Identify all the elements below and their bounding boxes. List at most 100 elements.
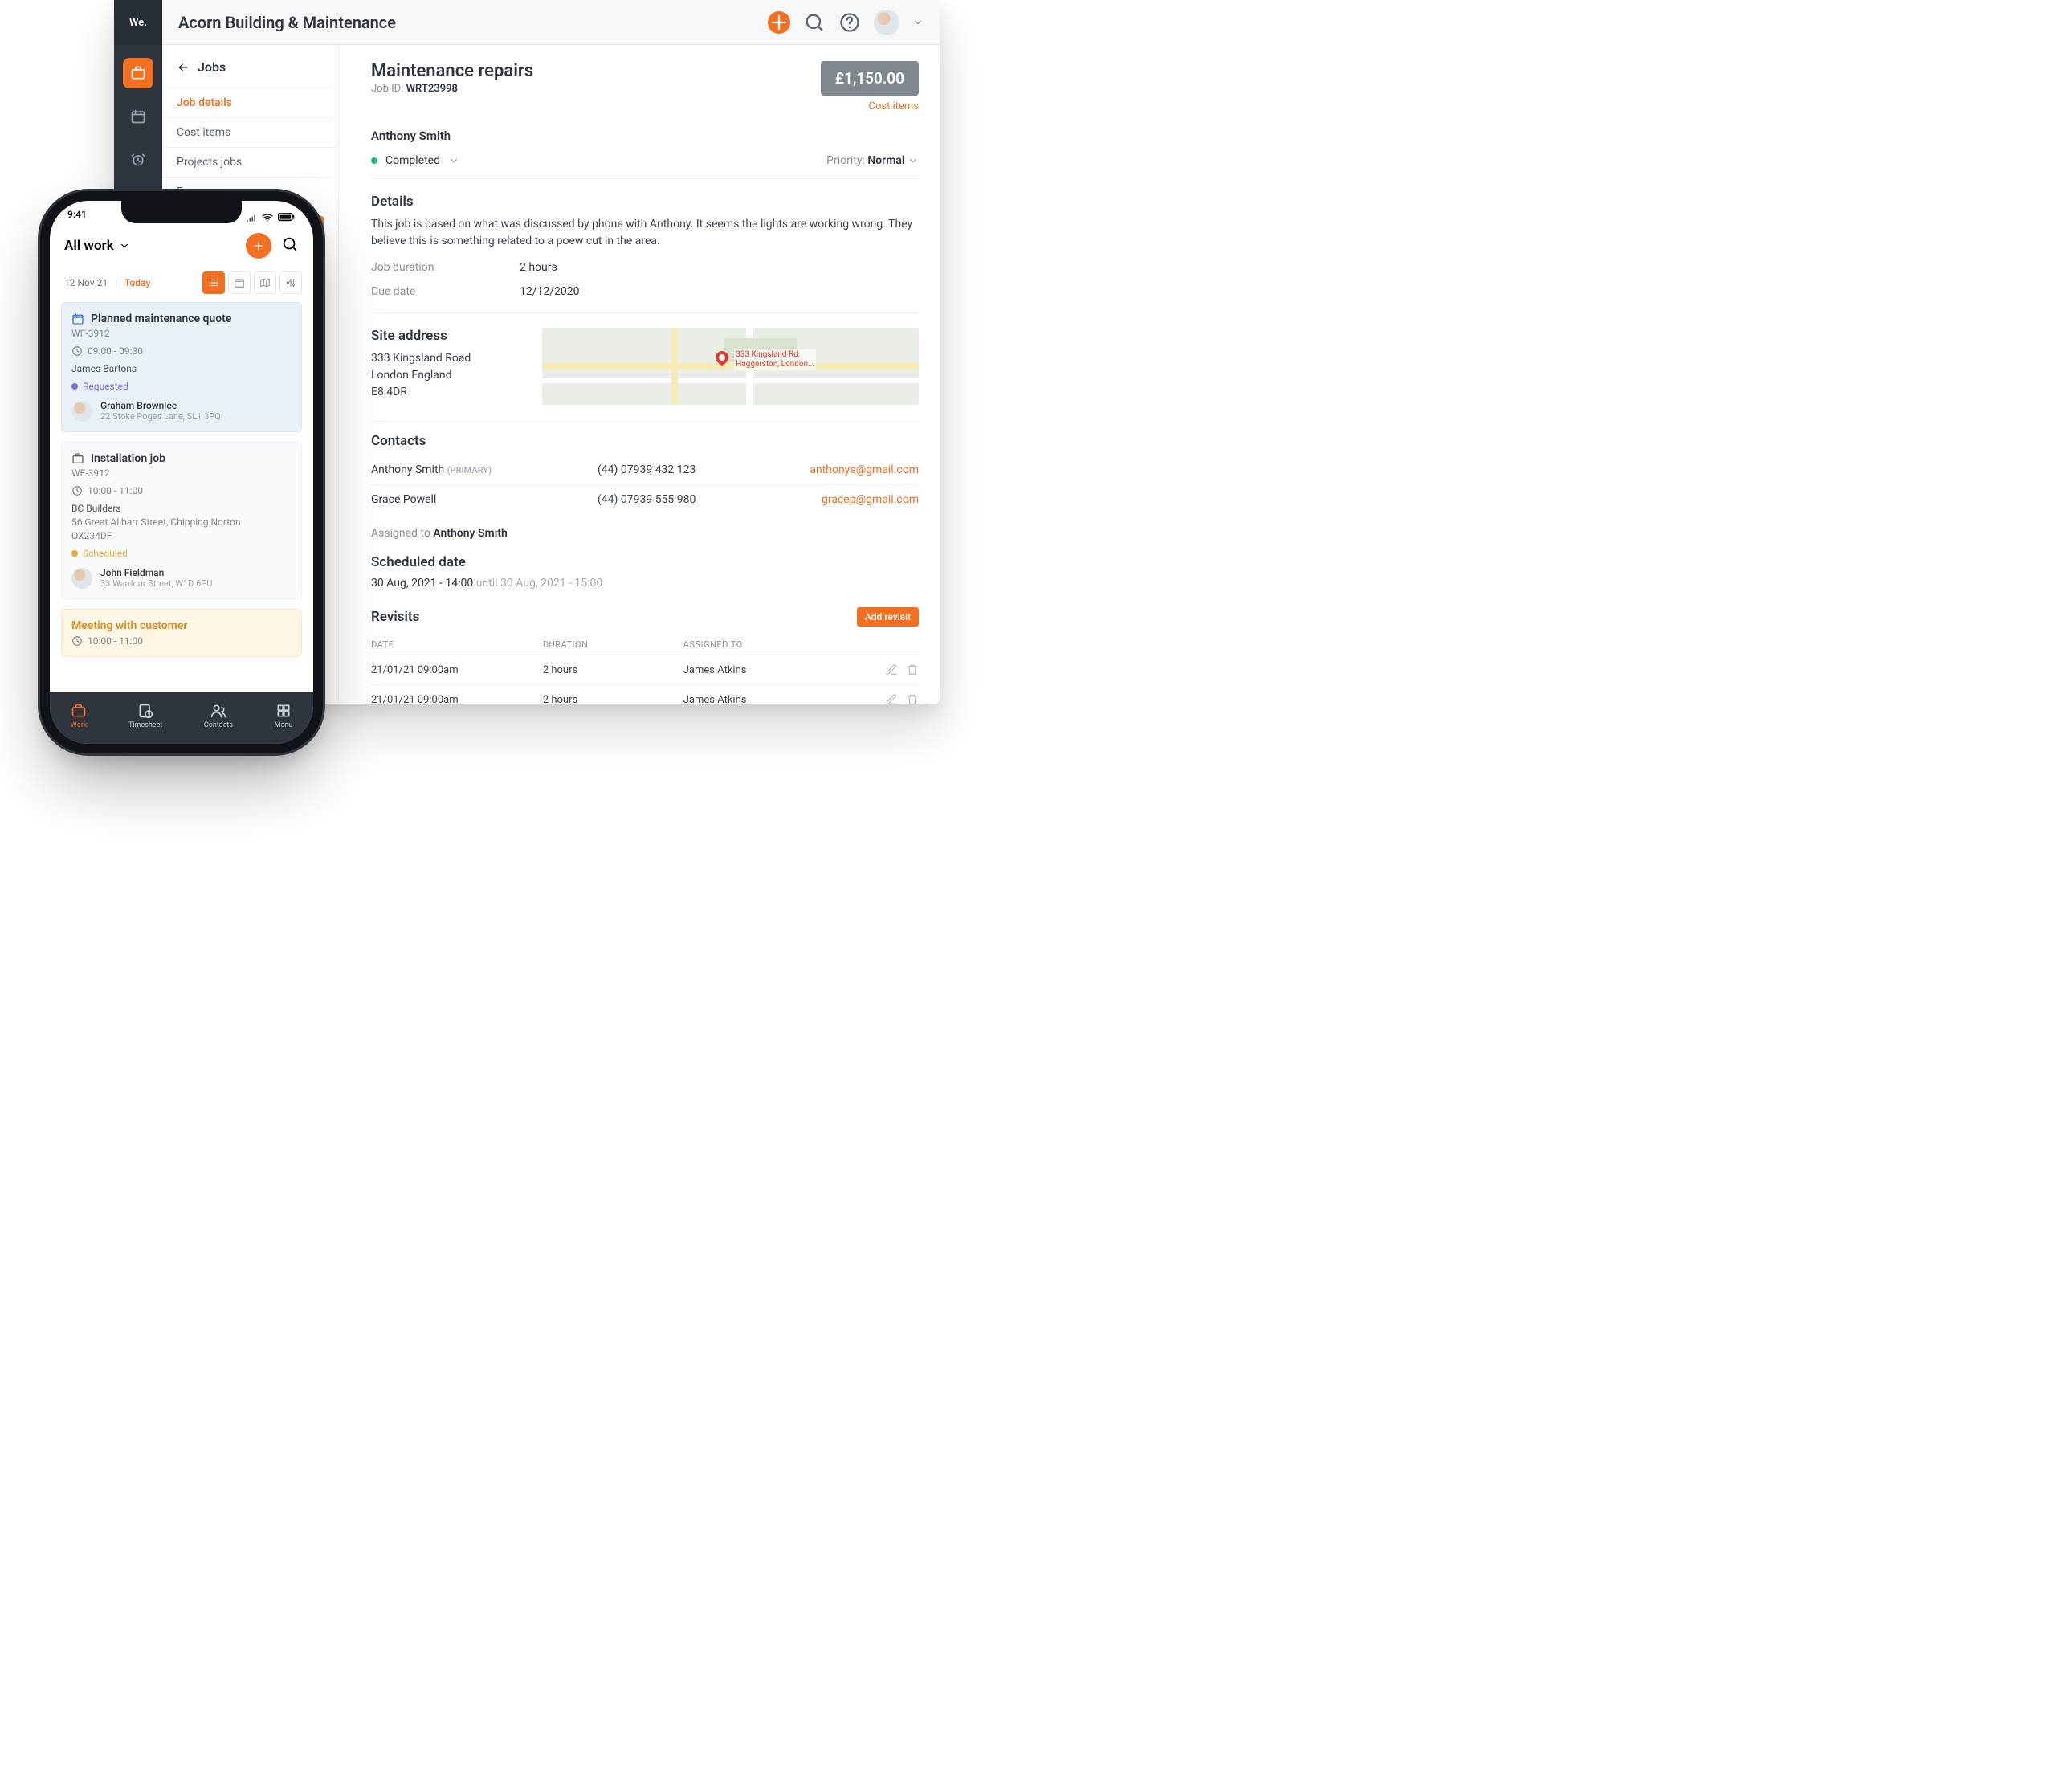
calendar-icon <box>234 277 245 288</box>
add-button[interactable] <box>768 11 790 34</box>
sidebar-alarm-button[interactable] <box>123 145 153 175</box>
search-icon <box>281 235 299 253</box>
add-revisit-button[interactable]: Add revisit <box>857 607 919 627</box>
view-calendar-button[interactable] <box>228 271 251 294</box>
revisit-row: 21/01/21 09:00am 2 hours James Atkins <box>371 655 919 685</box>
card-customer: James Bartons <box>71 363 292 374</box>
phone-add-button[interactable] <box>246 233 271 259</box>
assigned-value: Anthony Smith <box>433 527 508 540</box>
priority-selector[interactable]: Priority: Normal <box>826 154 919 167</box>
card-title-text: Meeting with customer <box>71 619 187 632</box>
tab-menu[interactable]: Menu <box>275 703 293 729</box>
briefcase-icon <box>130 65 146 81</box>
contact-row: Anthony Smith (PRIMARY) (44) 07939 432 1… <box>371 455 919 485</box>
contact-email[interactable]: gracep@gmail.com <box>774 493 919 506</box>
avatar-icon <box>71 568 92 589</box>
contacts-heading: Contacts <box>371 433 919 449</box>
back-label: Jobs <box>198 59 226 75</box>
card-title: Meeting with customer <box>71 619 292 632</box>
contact-name: Anthony Smith (PRIMARY) <box>371 463 598 476</box>
search-button[interactable] <box>803 11 826 34</box>
scheduled-text: 30 Aug, 2021 - 14:00 until 30 Aug, 2021 … <box>371 577 919 590</box>
person-address: 33 Wardour Street, W1D 6PU <box>100 578 212 589</box>
contact-email[interactable]: anthonys@gmail.com <box>774 463 919 476</box>
contact-phone: (44) 07939 432 123 <box>598 463 774 476</box>
trash-icon[interactable] <box>906 663 919 676</box>
sidebar-calendar-button[interactable] <box>123 101 153 132</box>
nav-job-details[interactable]: Job details <box>162 88 338 117</box>
phone-date: 12 Nov 21 <box>64 277 108 288</box>
priority-value: Normal <box>867 154 904 167</box>
th-date: DATE <box>371 639 543 650</box>
tab-contacts[interactable]: Contacts <box>204 703 233 729</box>
time-text: 10:00 - 11:00 <box>88 635 143 647</box>
chevron-down-icon <box>119 240 130 251</box>
site-map[interactable]: 333 Kingsland Rd, Haggerston, London... <box>542 328 919 405</box>
card-customer: BC Builders <box>71 503 292 514</box>
revisits-heading: Revisits <box>371 609 419 625</box>
job-id-label: Job ID: <box>371 83 403 95</box>
phone-header: All work <box>50 227 313 267</box>
map-label: 333 Kingsland Rd, Haggerston, London... <box>734 349 816 370</box>
tab-label: Menu <box>275 721 293 729</box>
job-price: £1,150.00 <box>821 61 919 96</box>
due-label: Due date <box>371 285 520 298</box>
rev-actions <box>871 663 919 676</box>
status-row: Completed Priority: Normal <box>371 154 919 179</box>
contact-name-text: Grace Powell <box>371 493 436 506</box>
card-addr1: 56 Great Allbarr Street, Chipping Norton <box>71 516 292 528</box>
priority-label: Priority: <box>826 154 865 167</box>
site-block: Site address 333 Kingsland Road London E… <box>371 312 919 405</box>
job-card[interactable]: Installation job WF-3912 10:00 - 11:00 B… <box>61 442 302 599</box>
sched-to: 30 Aug, 2021 - 15:00 <box>500 577 602 590</box>
chevron-down-icon[interactable] <box>912 17 924 28</box>
tab-timesheet[interactable]: Timesheet <box>128 703 162 729</box>
nav-cost-items[interactable]: Cost items <box>162 117 338 147</box>
search-icon <box>803 11 826 34</box>
edit-icon[interactable] <box>885 663 898 676</box>
sidebar-jobs-button[interactable] <box>123 58 153 88</box>
duration-label: Job duration <box>371 261 520 274</box>
status-dot-icon <box>71 550 78 557</box>
signal-icon <box>246 212 257 223</box>
phone-search-button[interactable] <box>281 235 299 256</box>
edit-icon[interactable] <box>885 693 898 704</box>
time-text: 10:00 - 11:00 <box>88 485 143 496</box>
site-text: Site address 333 Kingsland Road London E… <box>371 328 520 405</box>
assigned-label: Assigned to <box>371 527 430 540</box>
person-name: Graham Brownlee <box>100 400 221 411</box>
job-owner: Anthony Smith <box>371 129 919 143</box>
nav-projects-jobs[interactable]: Projects jobs <box>162 147 338 177</box>
view-filter-button[interactable] <box>279 271 302 294</box>
address-line: 333 Kingsland Road <box>371 350 520 367</box>
tab-label: Work <box>71 721 88 729</box>
card-title: Planned maintenance quote <box>71 312 292 325</box>
view-map-button[interactable] <box>254 271 276 294</box>
view-toggle <box>202 271 302 294</box>
person-address: 22 Stoke Poges Lane, SL1 3PQ <box>100 411 221 422</box>
back-link[interactable]: Jobs <box>162 59 338 88</box>
card-title-text: Installation job <box>91 452 165 465</box>
contact-name-text: Anthony Smith <box>371 463 444 476</box>
assigned-row: Assigned to Anthony Smith <box>371 527 919 540</box>
status-text: Scheduled <box>83 548 128 559</box>
tab-work[interactable]: Work <box>71 703 88 729</box>
user-avatar[interactable] <box>874 10 900 35</box>
clock-icon <box>71 345 83 357</box>
job-card[interactable]: Meeting with customer 10:00 - 11:00 <box>61 609 302 657</box>
card-time: 09:00 - 09:30 <box>71 345 292 357</box>
rev-duration: 2 hours <box>543 694 683 704</box>
briefcase-icon <box>71 452 84 465</box>
cost-items-link[interactable]: Cost items <box>821 100 919 112</box>
help-button[interactable] <box>838 11 861 34</box>
phone-title-selector[interactable]: All work <box>64 238 130 254</box>
job-card[interactable]: Planned maintenance quote WF-3912 09:00 … <box>61 302 302 432</box>
status-selector[interactable]: Completed <box>371 154 459 167</box>
phone-today-link[interactable]: Today <box>124 277 150 288</box>
address-lines: 333 Kingsland Road London England E8 4DR <box>371 350 520 401</box>
trash-icon[interactable] <box>906 693 919 704</box>
contact-phone: (44) 07939 555 980 <box>598 493 774 506</box>
phone-clock: 9:41 <box>67 209 87 227</box>
view-list-button[interactable] <box>202 271 225 294</box>
th-duration: DURATION <box>543 639 683 650</box>
